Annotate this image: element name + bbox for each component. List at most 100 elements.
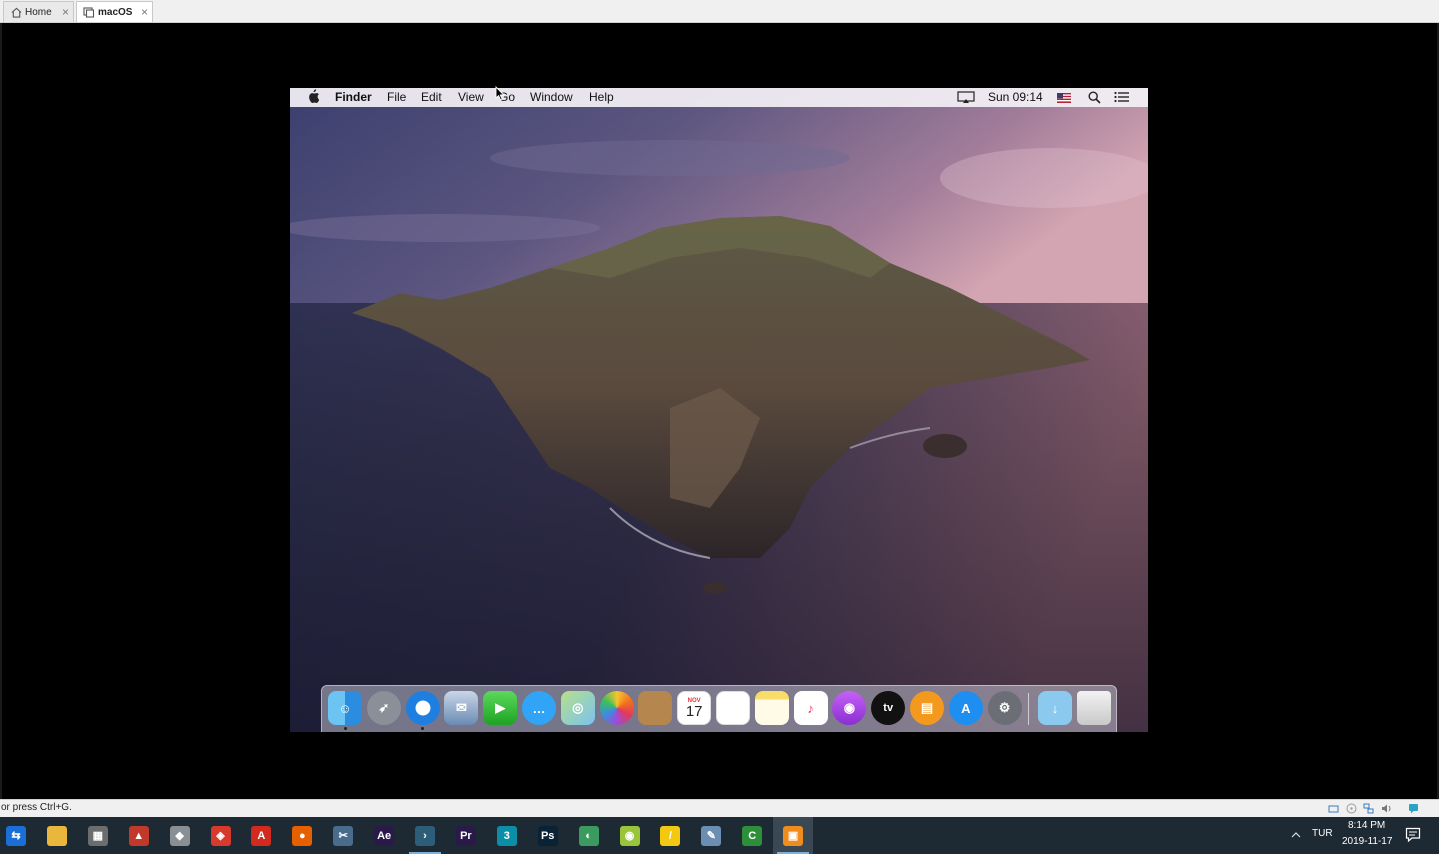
status-hint: or press Ctrl+G. — [1, 802, 72, 813]
calendar-icon[interactable]: NOV 17 — [677, 691, 712, 725]
safari-compass-icon[interactable] — [405, 691, 440, 725]
taskbar-glyph: ◐ — [578, 825, 599, 846]
messages-icon[interactable]: … — [522, 691, 556, 725]
android-studio-icon[interactable]: ◐ — [569, 817, 609, 854]
taskbar-glyph: ✎ — [701, 825, 722, 846]
taskbar-glyph: ✂ — [333, 825, 354, 846]
apple-tv-label: tv — [883, 702, 894, 714]
taskbar-glyph: › — [415, 825, 435, 846]
airplay-display-icon[interactable] — [957, 91, 975, 108]
music-icon[interactable]: ♪ — [793, 691, 828, 725]
taskbar-glyph: 3 — [496, 825, 517, 846]
launchpad-rocket-icon[interactable]: ➶ — [366, 691, 401, 725]
message-icon[interactable] — [1408, 803, 1419, 814]
photos-icon[interactable] — [599, 691, 634, 725]
trash-icon[interactable] — [1077, 691, 1111, 725]
calendar-day: 17 — [685, 702, 703, 720]
taskbar-glyph: Ps — [537, 825, 558, 846]
teamviewer-icon[interactable]: ⇆ — [0, 817, 36, 854]
sketchup-icon[interactable]: ◈ — [201, 817, 241, 854]
windows-taskbar: ⇆ ▦ ▲ ◆ ◈ A ● ✂ Ae › Pr 3 Ps ◐ ◉ / ✎ C ▣ TUR 8:14 PM 2019-… — [0, 817, 1439, 854]
mail-stamp-icon[interactable]: ✉ — [444, 691, 479, 725]
vm-tab-strip: Home × macOS × — [0, 0, 1439, 23]
menu-finder[interactable]: Finder — [335, 90, 372, 105]
us-flag-icon[interactable] — [1057, 92, 1071, 107]
menu-view[interactable]: View — [458, 90, 484, 105]
podcasts-icon[interactable]: ◉ — [832, 691, 867, 725]
photoshop-icon[interactable]: Ps — [528, 817, 568, 854]
facetime-icon[interactable]: ▶ — [483, 691, 518, 725]
app-store-icon[interactable]: A — [948, 691, 983, 725]
taskbar-glyph: ◆ — [169, 825, 190, 846]
menubar-clock[interactable]: Sun 09:14 — [988, 90, 1043, 105]
vmware-icon[interactable]: ▣ — [773, 817, 814, 854]
premiere-icon[interactable]: Pr — [446, 817, 486, 854]
sticky-notes-icon[interactable]: / — [650, 817, 690, 854]
menu-help[interactable]: Help — [589, 90, 614, 105]
spotlight-search-icon[interactable] — [1088, 91, 1101, 108]
taskbar-glyph: ◈ — [210, 825, 231, 846]
menu-file[interactable]: File — [387, 90, 406, 105]
taskbar-glyph — [46, 825, 67, 846]
mouse-cursor-icon — [495, 86, 505, 101]
reminders-icon[interactable]: ≡ — [716, 691, 750, 725]
android-icon[interactable]: ◉ — [610, 817, 650, 854]
after-effects-icon[interactable]: Ae — [364, 817, 404, 854]
menu-window[interactable]: Window — [530, 90, 573, 105]
vm-status-bar: or press Ctrl+G. — [0, 799, 1439, 817]
file-explorer-icon[interactable] — [37, 817, 77, 854]
taskbar-glyph: ⇆ — [6, 825, 26, 846]
downloads-folder-icon[interactable]: ↓ — [1038, 691, 1072, 725]
taskbar-glyph: / — [660, 825, 681, 846]
finder-icon[interactable]: ☺ — [328, 691, 362, 725]
mac-dock: ☺ ➶ ✉ ▶… ◎ NOV 17 ≡ ♪ ◉ tv ▤ A ⚙ ↓ — [321, 685, 1117, 732]
running-indicator — [421, 727, 425, 730]
taskbar-clock-time[interactable]: 8:14 PM — [1348, 820, 1385, 831]
show-hidden-icons-chevron-icon[interactable] — [1290, 825, 1304, 845]
wallpaper-image — [290, 88, 1148, 732]
cd-icon[interactable] — [1346, 803, 1357, 814]
dock-separator — [1028, 693, 1029, 725]
maps-icon[interactable]: ◎ — [560, 691, 595, 725]
notes-icon[interactable] — [754, 691, 789, 725]
close-icon[interactable]: × — [141, 5, 148, 19]
taskbar-glyph: Pr — [455, 825, 476, 846]
network-icon[interactable] — [1363, 803, 1374, 814]
tab-home-label: Home — [25, 6, 52, 18]
powershell-icon[interactable]: › — [405, 817, 445, 854]
apple-tv-icon[interactable]: tv — [871, 691, 906, 725]
apple-logo-icon[interactable] — [307, 89, 320, 107]
3dsmax-icon[interactable]: 3 — [487, 817, 527, 854]
notification-center-icon[interactable] — [1114, 91, 1129, 107]
system-preferences-gear-icon[interactable]: ⚙ — [987, 691, 1022, 725]
taskbar-glyph: C — [742, 825, 763, 846]
tab-macos[interactable]: macOS × — [76, 1, 153, 22]
taskbar-glyph: ◉ — [619, 825, 640, 846]
taskbar-glyph: ▲ — [128, 825, 149, 846]
acrobat-icon[interactable]: A — [241, 817, 281, 854]
camtasia-icon[interactable]: C — [732, 817, 772, 854]
sound-icon[interactable] — [1381, 803, 1392, 814]
running-indicator — [343, 727, 347, 730]
vm-icon — [83, 6, 95, 18]
close-icon[interactable]: × — [62, 5, 69, 19]
tab-home[interactable]: Home × — [3, 1, 74, 22]
macos-screen[interactable]: Finder File Edit View Go Window Help Sun… — [290, 88, 1148, 732]
taskbar-glyph: Ae — [374, 825, 395, 846]
menu-edit[interactable]: Edit — [421, 90, 442, 105]
input-language[interactable]: TUR — [1312, 828, 1333, 839]
firefox-icon[interactable]: ● — [282, 817, 322, 854]
taskbar-clock-date[interactable]: 2019-11-17 — [1342, 836, 1392, 847]
taskbar-glyph: ● — [292, 825, 313, 846]
books-icon[interactable]: ▤ — [910, 691, 944, 725]
snipping-tool-icon[interactable]: ✂ — [323, 817, 363, 854]
popcorn-icon[interactable]: ▲ — [119, 817, 159, 854]
action-center-icon[interactable] — [1405, 827, 1421, 843]
calculator-icon[interactable]: ▦ — [78, 817, 118, 854]
hard-disk-icon[interactable] — [1328, 803, 1339, 814]
network-app-icon[interactable]: ◆ — [160, 817, 200, 854]
taskbar-glyph: ▣ — [783, 825, 804, 846]
paint-icon[interactable]: ✎ — [691, 817, 731, 854]
contacts-icon[interactable] — [638, 691, 673, 725]
taskbar-glyph: A — [251, 825, 272, 846]
